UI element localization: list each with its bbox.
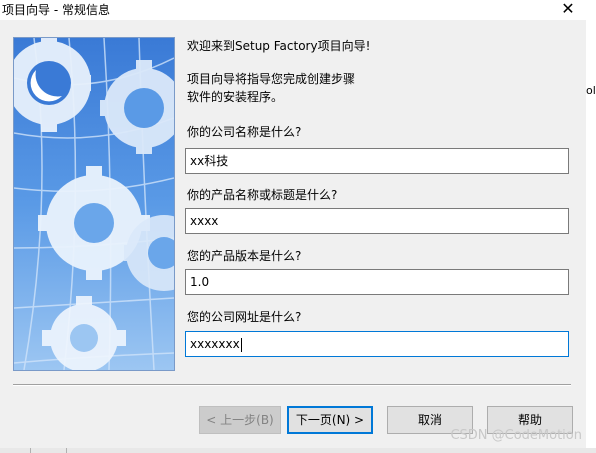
bottom-edge (0, 448, 596, 453)
close-icon[interactable]: ✕ (558, 0, 578, 20)
company-website-label: 您的公司网址是什么? (187, 310, 302, 324)
product-name-label: 你的产品名称或标题是什么? (187, 188, 338, 202)
back-button[interactable]: < 上一步(B) (199, 406, 281, 434)
text-caret (240, 337, 242, 352)
product-version-value: 1.0 (190, 275, 210, 289)
wizard-gear-graphic (13, 37, 175, 371)
intro-line-2: 软件的安装程序。 (187, 90, 284, 104)
company-website-value: xxxxxxx (190, 337, 240, 351)
company-name-field[interactable]: xx科技 (185, 148, 569, 174)
product-name-value: xxxx (190, 214, 219, 228)
window-title: 项目向导 - 常规信息 (2, 3, 110, 17)
company-name-label: 你的公司名称是什么? (187, 125, 302, 139)
edge-tick (66, 448, 67, 453)
background-window-edge: ol (586, 20, 596, 453)
separator-line (13, 384, 571, 386)
company-website-field[interactable]: xxxxxxx (185, 331, 569, 357)
product-version-field[interactable]: 1.0 (185, 269, 569, 295)
intro-line-1: 项目向导将指导您完成创建步骤 (187, 72, 356, 86)
title-bar: 项目向导 - 常规信息 ✕ (0, 0, 596, 20)
welcome-text: 欢迎来到Setup Factory项目向导! (187, 39, 371, 53)
next-button[interactable]: 下一页(N) > (287, 406, 373, 434)
background-text-fragment: ol (586, 84, 596, 97)
product-name-field[interactable]: xxxx (185, 208, 569, 234)
edge-tick (30, 448, 31, 453)
product-version-label: 您的产品版本是什么? (187, 249, 302, 263)
watermark-text: CSDN @CodeMotion (450, 428, 582, 443)
company-name-value: xx科技 (190, 154, 229, 168)
